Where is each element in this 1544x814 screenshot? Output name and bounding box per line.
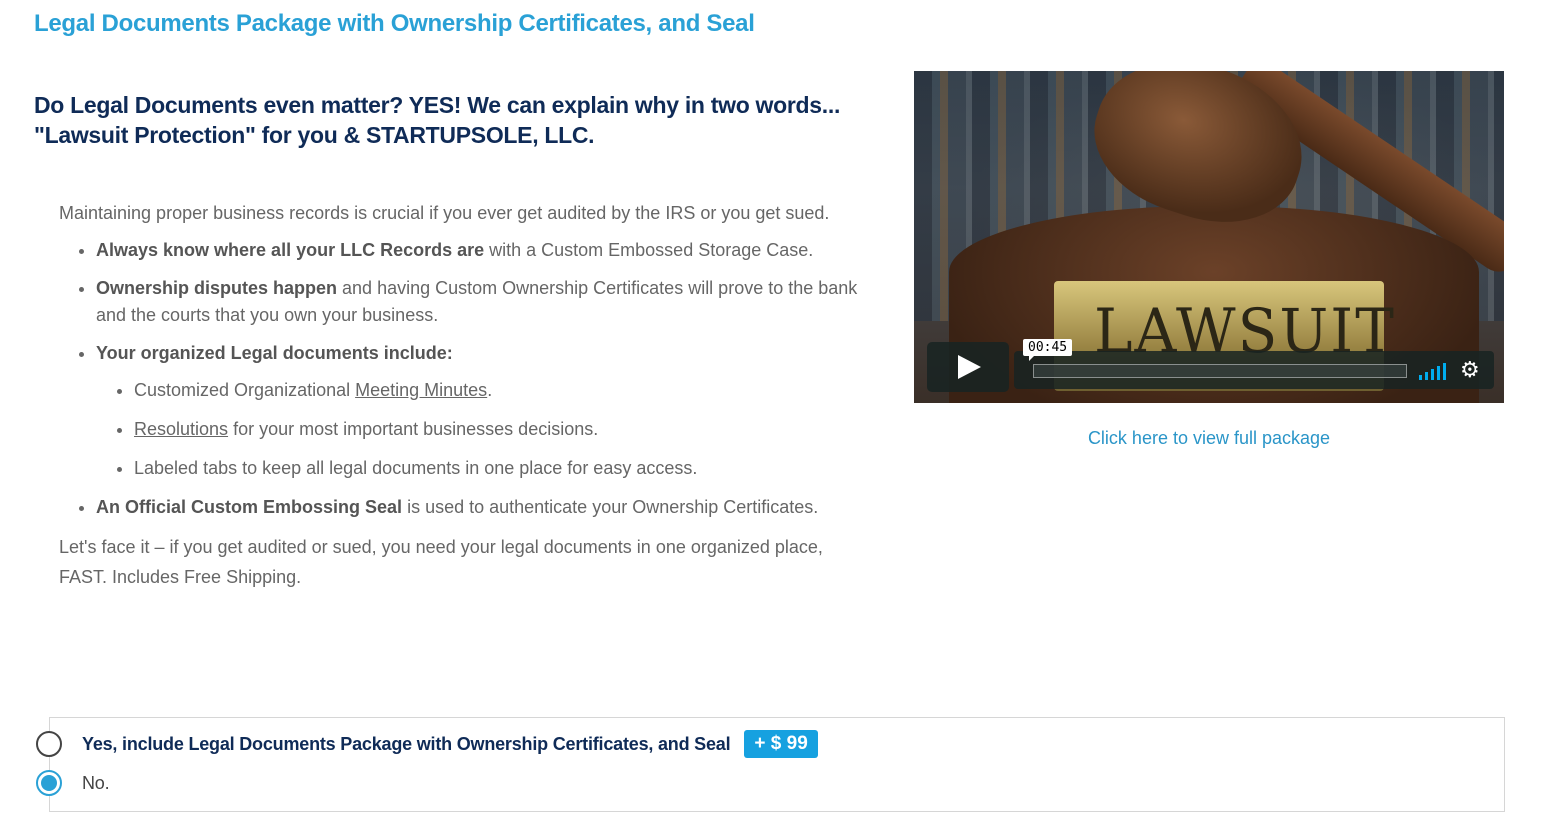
play-icon[interactable] bbox=[927, 342, 1009, 392]
resolutions-link[interactable]: Resolutions bbox=[134, 419, 228, 439]
subitem-resolutions: Resolutions for your most important busi… bbox=[134, 416, 859, 443]
feature-text: with a Custom Embossed Storage Case. bbox=[484, 240, 814, 260]
feature-item-records: Always know where all your LLC Records a… bbox=[96, 237, 859, 264]
volume-icon[interactable] bbox=[1419, 362, 1449, 380]
subitem-text: . bbox=[487, 380, 493, 400]
subitem-tabs: Labeled tabs to keep all legal documents… bbox=[134, 455, 859, 482]
subitem-text: for your most important businesses decis… bbox=[228, 419, 599, 439]
feature-item-seal: An Official Custom Embossing Seal is use… bbox=[96, 494, 859, 521]
no-radio[interactable] bbox=[36, 770, 62, 796]
intro-text: Maintaining proper business records is c… bbox=[59, 203, 830, 223]
no-label: No. bbox=[82, 772, 110, 793]
documents-sublist: Customized Organizational Meeting Minute… bbox=[96, 377, 859, 482]
feature-text: is used to authenticate your Ownership C… bbox=[402, 497, 819, 517]
video-timecode: 00:45 bbox=[1023, 339, 1073, 361]
subitem-text: Customized Organizational bbox=[134, 380, 356, 400]
feature-bold: Your organized Legal documents include: bbox=[96, 343, 453, 363]
package-options: Yes, include Legal Documents Package wit… bbox=[36, 717, 1505, 812]
video-control-bar: ⚙ bbox=[1014, 351, 1494, 389]
subitem-text: Labeled tabs to keep all legal documents… bbox=[134, 458, 698, 478]
price-badge: + $ 99 bbox=[744, 730, 818, 758]
hero-headline-line2: "Lawsuit Protection" for you & STARTUPSO… bbox=[34, 122, 595, 148]
feature-list: Always know where all your LLC Records a… bbox=[59, 237, 859, 521]
description-section: Maintaining proper business records is c… bbox=[59, 200, 859, 592]
option-no[interactable]: No. bbox=[36, 770, 110, 796]
gear-icon[interactable]: ⚙ bbox=[1460, 358, 1480, 382]
feature-bold: An Official Custom Embossing Seal bbox=[96, 497, 403, 517]
yes-radio[interactable] bbox=[36, 731, 62, 757]
feature-bold: Always know where all your LLC Records a… bbox=[96, 240, 485, 260]
page-title: Legal Documents Package with Ownership C… bbox=[34, 10, 755, 37]
feature-item-documents: Your organized Legal documents include: … bbox=[96, 340, 859, 482]
subitem-minutes: Customized Organizational Meeting Minute… bbox=[134, 377, 859, 404]
closing-text: Let's face it – if you get audited or su… bbox=[59, 537, 823, 587]
video-controls: ⚙ 00:45 bbox=[927, 339, 1494, 392]
meeting-minutes-link[interactable]: Meeting Minutes bbox=[355, 380, 487, 400]
video-progress-bar[interactable] bbox=[1033, 364, 1407, 378]
option-yes[interactable]: Yes, include Legal Documents Package wit… bbox=[36, 730, 818, 758]
hero-headline-line1: Do Legal Documents even matter? YES! We … bbox=[34, 92, 841, 118]
view-full-package-link[interactable]: Click here to view full package bbox=[914, 428, 1504, 449]
hero-headline: Do Legal Documents even matter? YES! We … bbox=[34, 90, 854, 150]
video-player[interactable]: LAWSUIT ⚙ 00:45 bbox=[914, 71, 1504, 403]
feature-bold: Ownership disputes happen bbox=[96, 278, 338, 298]
yes-label: Yes, include Legal Documents Package wit… bbox=[82, 733, 731, 754]
feature-item-ownership: Ownership disputes happen and having Cus… bbox=[96, 275, 859, 329]
